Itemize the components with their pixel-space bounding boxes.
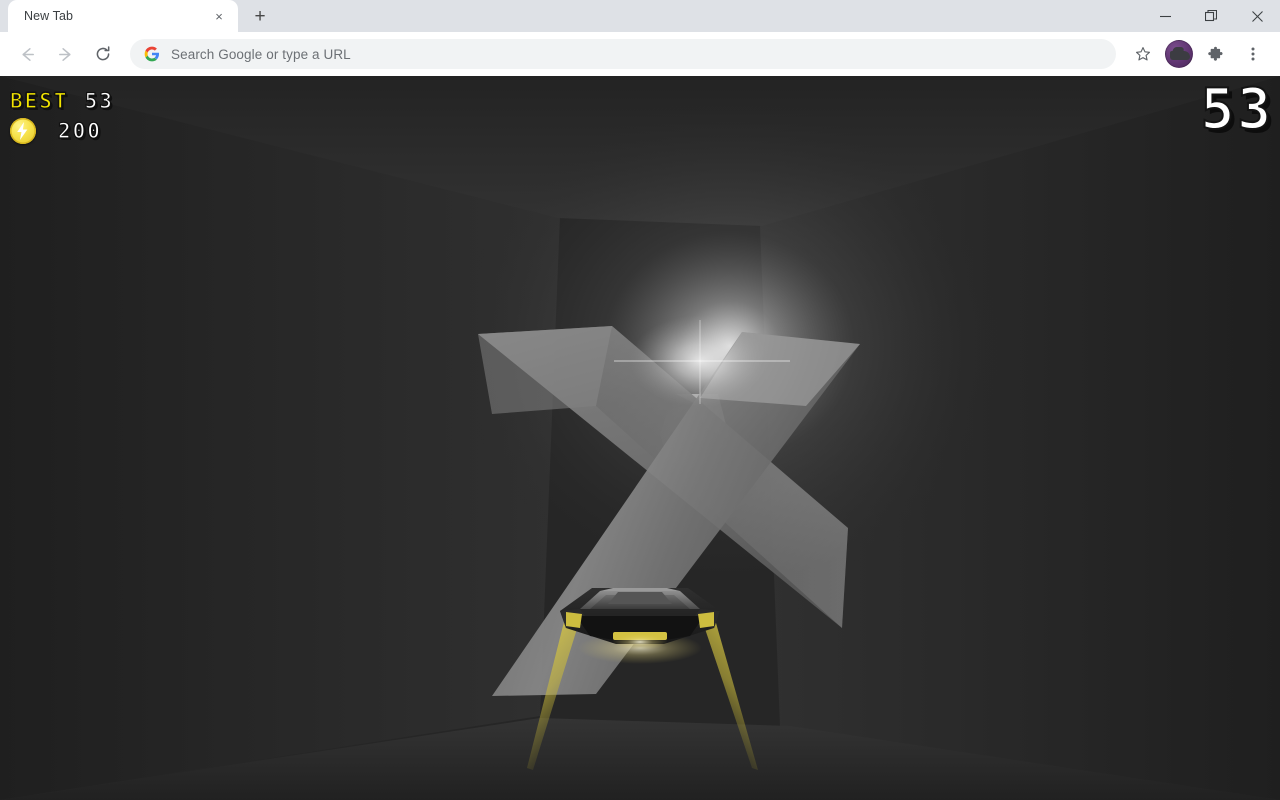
game-scene	[0, 76, 1280, 800]
browser-window: New Tab × + Search Google or type a URL …	[0, 0, 1280, 800]
close-icon	[1251, 10, 1263, 22]
three-dot-menu-icon	[1251, 47, 1255, 61]
address-bar[interactable]: Search Google or type a URL	[130, 39, 1116, 69]
game-viewport[interactable]: BEST 53 200 53	[0, 76, 1280, 800]
tab-new-tab[interactable]: New Tab ×	[8, 0, 238, 32]
bookmark-button[interactable]	[1127, 38, 1159, 70]
chrome-menu-button[interactable]	[1237, 38, 1269, 70]
hud-best-row: BEST 53	[9, 86, 114, 116]
score-display: 53	[1200, 77, 1274, 142]
best-label: BEST	[9, 88, 69, 113]
tab-close-icon[interactable]: ×	[210, 7, 228, 25]
window-minimize-button[interactable]	[1142, 0, 1188, 32]
player-ship	[560, 588, 720, 664]
back-button[interactable]	[11, 38, 43, 70]
puzzle-piece-icon	[1207, 46, 1223, 61]
coin-value: 200	[57, 118, 102, 143]
window-controls	[1142, 0, 1280, 32]
new-tab-button[interactable]: +	[246, 2, 274, 30]
star-icon	[1135, 47, 1151, 61]
back-arrow-icon	[21, 47, 34, 61]
forward-button[interactable]	[49, 38, 81, 70]
hud-coin-row: 200	[10, 116, 114, 146]
tab-strip: New Tab × +	[0, 0, 1280, 32]
window-maximize-button[interactable]	[1188, 0, 1234, 32]
tab-title: New Tab	[24, 9, 74, 23]
profile-avatar[interactable]	[1165, 40, 1193, 68]
maximize-icon	[1205, 10, 1217, 22]
toolbar-actions	[1124, 38, 1272, 70]
address-bar-placeholder: Search Google or type a URL	[171, 46, 351, 62]
lightning-coin-icon	[10, 118, 36, 144]
window-close-button[interactable]	[1234, 0, 1280, 32]
minimize-icon	[1159, 15, 1171, 17]
forward-arrow-icon	[58, 47, 71, 61]
browser-toolbar: Search Google or type a URL	[0, 32, 1280, 76]
hud-left: BEST 53 200	[9, 86, 114, 146]
reload-button[interactable]	[87, 38, 119, 70]
extensions-button[interactable]	[1199, 38, 1231, 70]
lightning-bolt-icon	[17, 122, 28, 140]
avatar-icon	[1170, 51, 1190, 60]
best-value: 53	[84, 88, 114, 113]
google-g-icon	[144, 46, 160, 62]
reload-icon	[96, 46, 110, 61]
